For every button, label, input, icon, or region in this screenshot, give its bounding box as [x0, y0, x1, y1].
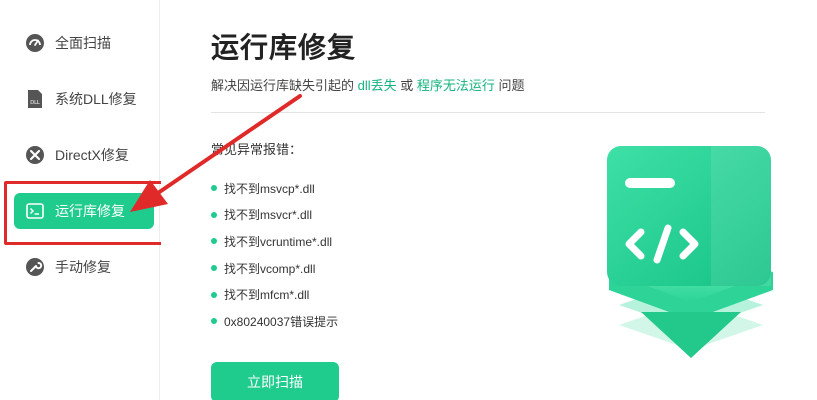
svg-text:DLL: DLL	[30, 100, 40, 106]
bullet-icon	[211, 291, 217, 298]
sidebar-item-label: DirectX修复	[55, 147, 129, 163]
directx-icon	[24, 144, 46, 166]
list-item: 找不到mfcm*.dll	[211, 281, 338, 308]
sidebar-item-system-dll[interactable]: DLL 系统DLL修复	[14, 81, 154, 117]
main-panel: 运行库修复 解决因运行库缺失引起的 dll丢失 或 程序无法运行 问题 常见异常…	[161, 0, 817, 400]
subtitle-middle: 或	[396, 78, 417, 93]
list-item: 找不到vcomp*.dll	[211, 255, 338, 282]
bullet-icon	[211, 318, 217, 325]
subtitle-highlight-program: 程序无法运行	[416, 78, 495, 93]
sidebar-item-label: 手动修复	[55, 259, 111, 275]
error-list: 找不到msvcp*.dll 找不到msvcr*.dll 找不到vcruntime…	[211, 175, 338, 335]
subtitle-highlight-dll: dll丢失	[357, 78, 397, 93]
runtime-code-illustration	[601, 140, 781, 400]
sidebar-item-label: 系统DLL修复	[55, 91, 137, 107]
subtitle-prefix: 解决因运行库缺失引起的	[211, 78, 358, 93]
bullet-icon	[211, 265, 217, 272]
sidebar-item-directx[interactable]: DirectX修复	[14, 137, 154, 173]
bullet-icon	[211, 211, 217, 218]
bullet-icon	[211, 185, 217, 192]
page-title: 运行库修复	[211, 32, 357, 63]
sidebar-item-full-scan[interactable]: 全面扫描	[14, 25, 154, 61]
list-item: 找不到msvcr*.dll	[211, 202, 338, 229]
list-item: 0x80240037错误提示	[211, 308, 338, 335]
dll-file-icon: DLL	[24, 88, 46, 110]
subtitle-suffix: 问题	[494, 78, 525, 93]
scan-now-button[interactable]: 立即扫描	[211, 362, 339, 400]
list-item: 找不到msvcp*.dll	[211, 175, 338, 202]
list-item: 找不到vcruntime*.dll	[211, 228, 338, 255]
gauge-icon	[24, 32, 46, 54]
errors-title: 常见异常报错：	[211, 142, 303, 157]
divider	[211, 112, 765, 113]
sidebar-item-manual-repair[interactable]: 手动修复	[14, 249, 154, 285]
wrench-icon	[24, 256, 46, 278]
bullet-icon	[211, 238, 217, 245]
page-subtitle: 解决因运行库缺失引起的 dll丢失 或 程序无法运行 问题	[211, 75, 525, 94]
sidebar-item-label: 全面扫描	[55, 35, 111, 51]
annotation-highlight-box	[4, 181, 168, 245]
